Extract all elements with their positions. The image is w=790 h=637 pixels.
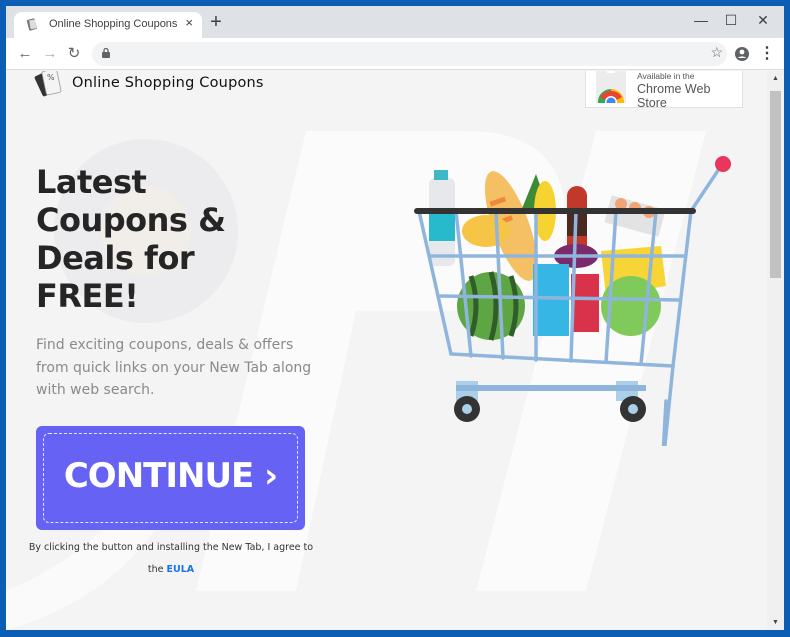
headline-line: Latest [36,163,147,201]
url-input[interactable] [122,46,682,62]
bananas [462,215,510,247]
scrollbar-thumb[interactable] [770,91,781,278]
profile-button[interactable] [731,43,753,65]
page-subtext: Find exciting coupons, deals & offers fr… [36,337,312,398]
svg-text:%: % [47,73,55,82]
agreement-prefix: the [147,564,164,575]
new-tab-button[interactable]: + [205,12,227,34]
reload-button[interactable]: ↻ [63,43,85,65]
coupon-logo-icon: % [34,71,62,97]
eula-link[interactable]: EULA [167,564,195,575]
page-headline: Latest Coupons & Deals for FREE! [36,163,226,315]
agreement-line-2: the EULA [26,564,316,575]
agreement-text: By clicking the button and installing th… [28,542,314,553]
minimize-button[interactable]: — [686,9,716,31]
back-button[interactable]: ← [14,43,36,65]
browser-toolbar: ← → ↻ ☆ ⋮ [6,38,784,70]
chrome-web-store-icon [596,71,626,103]
shopping-cart-illustration-icon [414,156,731,446]
coupon-favicon-icon [26,18,37,31]
browser-window: Online Shopping Coupons × + — ☐ ✕ ← → ↻ … [6,6,784,630]
tab-strip: Online Shopping Coupons × + — ☐ ✕ [6,6,784,38]
headline-line: Deals for [36,239,195,277]
vertical-scrollbar[interactable]: ▲ ▼ [767,71,784,630]
maximize-button[interactable]: ☐ [716,9,746,31]
continue-button[interactable]: CONTINUE › [36,426,305,530]
site-logo[interactable]: % Online Shopping Coupons [34,71,264,99]
chrome-web-store-badge[interactable]: Available in the Chrome Web Store [585,71,743,110]
continue-button-label: CONTINUE › [63,456,278,496]
forward-button[interactable]: → [39,43,61,65]
bookmark-star-icon[interactable]: ☆ [710,44,723,61]
tab-title: Online Shopping Coupons [49,18,178,30]
browser-menu-button[interactable]: ⋮ [756,43,778,65]
lock-icon [102,48,110,58]
logo-text: Online Shopping Coupons [72,75,264,91]
scroll-up-arrow-icon[interactable]: ▲ [767,71,784,86]
page-content: % Online Shopping Coupons Available in t… [6,71,767,630]
tab-online-shopping-coupons[interactable]: Online Shopping Coupons × [14,12,202,38]
account-circle-icon [735,47,749,61]
headline-line: FREE! [36,277,139,315]
scroll-down-arrow-icon[interactable]: ▼ [767,615,784,630]
cart-grip [715,156,731,172]
address-bar[interactable]: ☆ [92,42,727,66]
close-window-button[interactable]: ✕ [748,9,778,31]
milk-carton [533,264,569,336]
headline-line: Coupons & [36,201,226,239]
store-badge-small-text: Available in the [637,71,695,81]
tab-close-icon[interactable]: × [185,15,193,30]
store-badge-big-text: Chrome Web Store [637,82,711,110]
